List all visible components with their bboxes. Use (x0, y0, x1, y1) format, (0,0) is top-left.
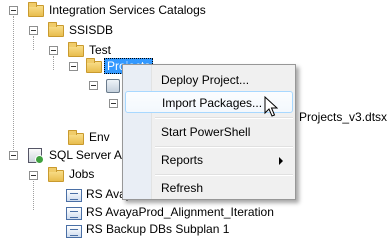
menu-separator (155, 146, 293, 148)
tree-line (33, 176, 35, 210)
collapse-toggle[interactable] (29, 171, 38, 180)
submenu-arrow-icon (279, 157, 283, 165)
job-icon (66, 189, 82, 202)
tree-item-jobs[interactable]: Jobs (69, 164, 94, 184)
menu-separator (155, 174, 293, 176)
menu-item-label: Deploy Project... (161, 73, 250, 87)
context-menu: Deploy Project... Import Packages... Sta… (122, 64, 296, 200)
mouse-cursor-icon (264, 96, 278, 117)
collapse-toggle[interactable] (9, 6, 18, 15)
sql-agent-icon (28, 148, 44, 164)
tree-line (13, 16, 15, 156)
collapse-toggle[interactable] (29, 26, 38, 35)
folder-icon (68, 42, 84, 57)
menu-item-deploy-project[interactable]: Deploy Project... (125, 69, 293, 91)
folder-icon (28, 2, 44, 17)
tree-item-package-dtsx[interactable]: Projects_v3.dtsx (299, 107, 387, 127)
project-icon (106, 79, 120, 93)
job-icon (66, 207, 82, 220)
tree-item-ssisdb[interactable]: SSISDB (69, 20, 113, 40)
menu-item-refresh[interactable]: Refresh (125, 177, 293, 199)
collapse-toggle[interactable] (89, 81, 98, 90)
folder-icon (48, 22, 64, 37)
collapse-toggle[interactable] (9, 151, 18, 160)
folder-icon (48, 167, 64, 182)
menu-item-label: Import Packages... (162, 96, 263, 110)
menu-item-start-powershell[interactable]: Start PowerShell (125, 121, 293, 143)
tree-line (33, 36, 35, 50)
tree-line (53, 56, 55, 70)
tree-item-environments[interactable]: Env (89, 127, 110, 147)
collapse-toggle[interactable] (69, 62, 78, 71)
menu-item-reports[interactable]: Reports (125, 149, 293, 171)
collapse-toggle[interactable] (109, 99, 118, 108)
job-icon (66, 225, 82, 238)
collapse-toggle[interactable] (49, 46, 58, 55)
menu-item-label: Reports (161, 153, 204, 167)
tree-item-integration-services-catalogs[interactable]: Integration Services Catalogs (49, 0, 206, 20)
menu-item-label: Refresh (161, 181, 204, 195)
folder-icon (86, 58, 102, 73)
tree-item-job[interactable]: RS Backup DBs Subplan 1 (86, 219, 229, 239)
folder-icon (68, 130, 84, 145)
menu-item-label: Start PowerShell (161, 125, 251, 139)
